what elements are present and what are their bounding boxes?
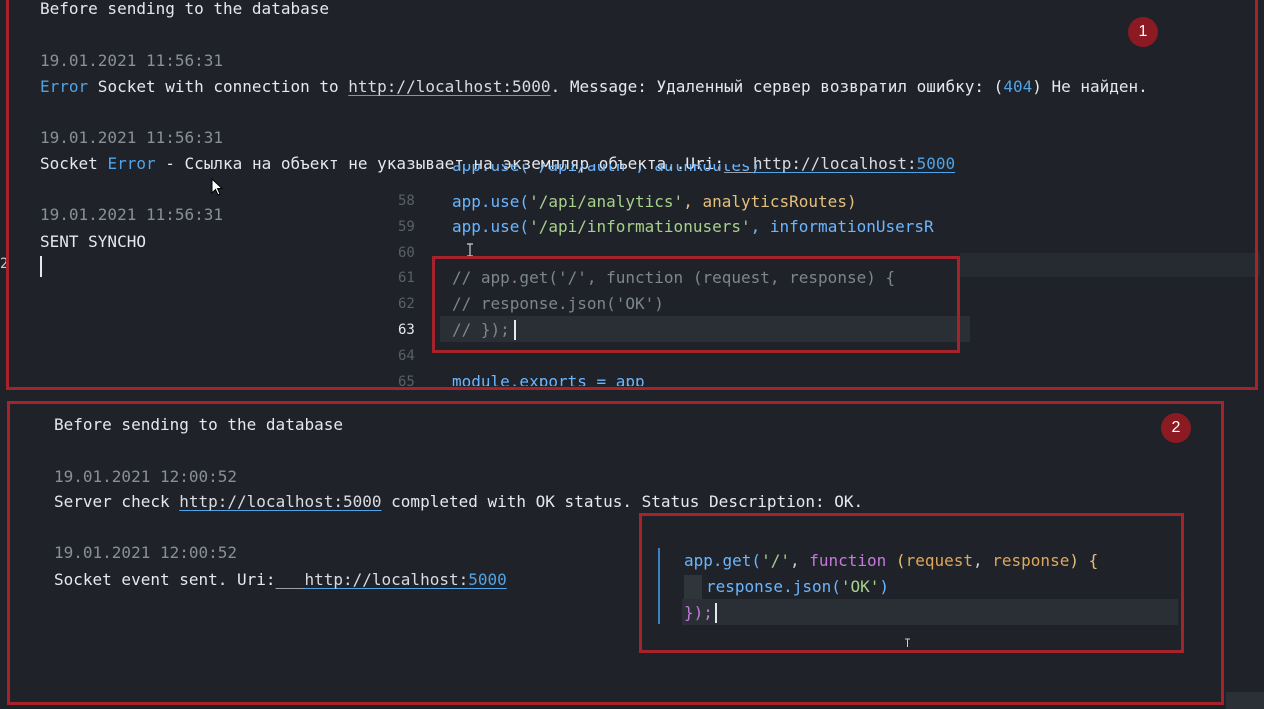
log-panel-1: 2 Before sending to the database 19.01.2…	[0, 0, 1264, 392]
status-edge	[1226, 692, 1264, 709]
annotation-badge-1: 1	[1128, 17, 1158, 47]
annotation-badge-2: 2	[1161, 413, 1191, 443]
log-panel-2: Before sending to the database 19.01.202…	[0, 400, 1264, 709]
annotation-frame-code-1	[432, 256, 960, 353]
annotation-frame-code-2	[639, 513, 1184, 653]
